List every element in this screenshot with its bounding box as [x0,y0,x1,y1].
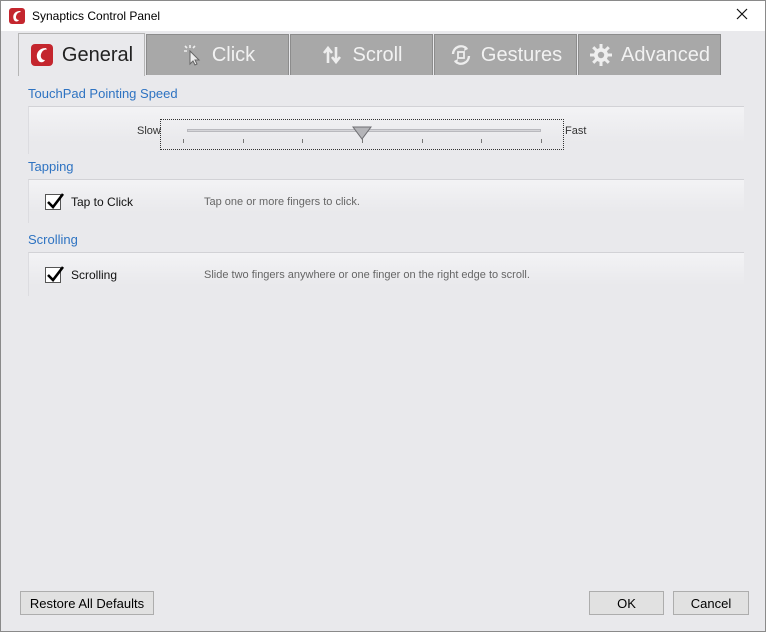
tap-to-click-label[interactable]: Tap to Click [71,195,133,209]
scrolling-checkbox[interactable] [45,266,65,283]
close-button[interactable] [719,1,765,31]
slow-label: Slow [137,125,161,137]
window-title: Synaptics Control Panel [32,9,161,23]
scrolling-label[interactable]: Scrolling [71,268,117,282]
synaptics-window: Synaptics Control Panel General Click Sc… [0,0,766,632]
tab-scroll-label: Scroll [352,44,403,66]
cancel-button[interactable]: Cancel [673,591,749,615]
tab-general-label: General [61,44,134,66]
pointing-speed-slider[interactable] [160,119,564,150]
title-bar[interactable]: Synaptics Control Panel [1,1,765,31]
gear-icon [589,43,613,67]
tap-to-click-description: Tap one or more fingers to click. [204,196,360,208]
scrolling-panel: Scrolling Slide two fingers anywhere or … [28,252,744,296]
slider-tick [541,139,542,143]
slider-tick [242,139,244,143]
client-area: General Click Scroll Gestures Advanced T… [1,31,765,631]
slider-thumb[interactable] [352,126,372,145]
scrolling-description: Slide two fingers anywhere or one finger… [204,269,530,281]
scrolling-title: Scrolling [28,232,78,247]
tab-strip: General Click Scroll Gestures Advanced [18,33,748,76]
tab-gestures[interactable]: Gestures [434,34,577,75]
checkmark-icon [47,193,65,209]
tap-to-click-checkbox[interactable] [45,193,65,210]
restore-defaults-button[interactable]: Restore All Defaults [20,591,154,615]
synaptics-logo-icon [9,8,25,24]
ok-button[interactable]: OK [589,591,664,615]
synaptics-logo-icon [30,43,54,67]
fast-label: Fast [565,125,587,137]
tab-gestures-label: Gestures [480,44,563,66]
checkmark-icon [47,266,65,282]
slider-tick [481,139,483,143]
cursor-click-icon [180,43,204,67]
slider-tick [302,139,304,143]
tab-click[interactable]: Click [146,34,289,75]
close-icon [736,7,748,25]
tab-general[interactable]: General [18,33,145,76]
tab-click-label: Click [211,44,256,66]
tab-advanced[interactable]: Advanced [578,34,721,75]
pointing-speed-panel: Slow Fast [28,106,744,154]
pointing-speed-title: TouchPad Pointing Speed [28,86,178,101]
slider-tick [421,139,423,143]
tapping-title: Tapping [28,159,74,174]
tapping-panel: Tap to Click Tap one or more fingers to … [28,179,744,223]
scroll-arrows-icon [320,43,344,67]
slider-tick [183,139,184,143]
tab-scroll[interactable]: Scroll [290,34,433,75]
tab-advanced-label: Advanced [621,44,710,66]
gestures-icon [449,43,473,67]
